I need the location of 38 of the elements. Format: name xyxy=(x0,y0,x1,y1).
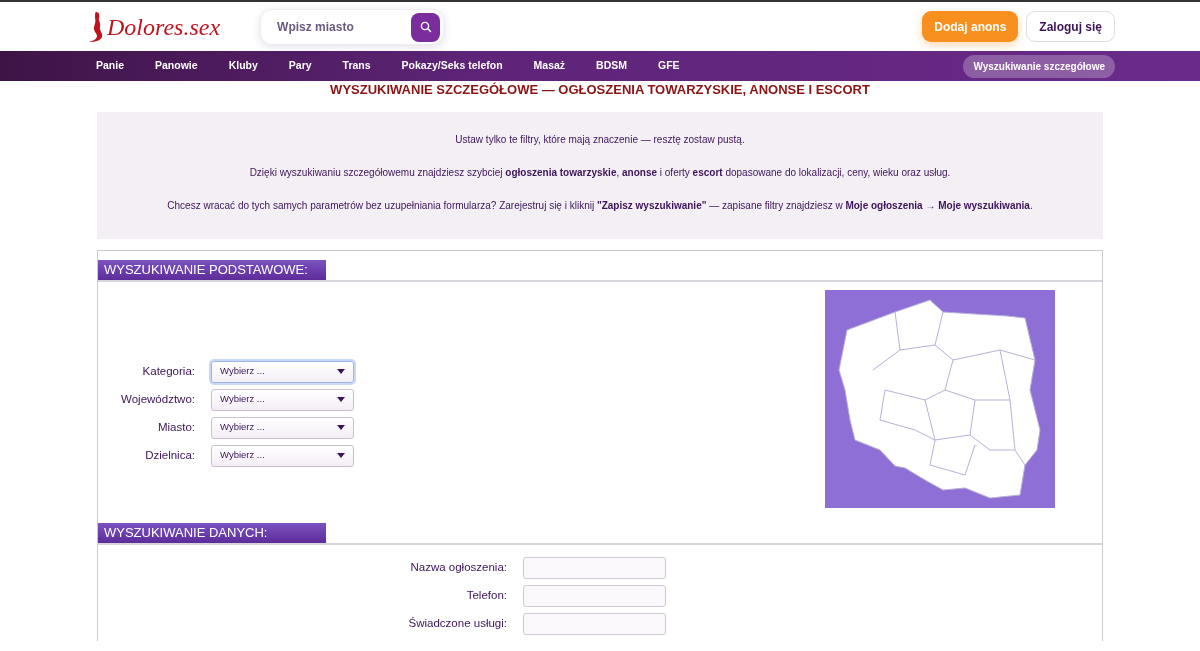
map-drawing[interactable] xyxy=(825,289,1055,508)
caret-icon xyxy=(337,397,345,403)
caret-icon xyxy=(337,369,345,375)
nav-link[interactable]: Masaż xyxy=(533,58,566,74)
field-label: Nazwa ogłoszenia: xyxy=(409,559,508,575)
field-label: Dzielnica: xyxy=(144,447,196,463)
caret-icon xyxy=(337,425,345,431)
input-field[interactable] xyxy=(523,612,666,635)
logo-text[interactable]: Dolores.sex xyxy=(107,14,221,39)
nav-link[interactable]: Panowie xyxy=(155,58,198,74)
nav-link[interactable]: Pary xyxy=(288,58,312,74)
field-label: Województwo: xyxy=(120,391,196,407)
login-button[interactable]: Zaloguj się xyxy=(1026,11,1115,42)
dropdown[interactable]: Wybierz ... xyxy=(211,444,354,467)
nav-link[interactable]: BDSM xyxy=(596,58,627,74)
info-paragraph: Chcesz wracać do tych samych parametrów bez uzupełniania formularza? Zarejestruj się i kliknij "Zapisz wyszukiwanie" — zapisane filtry znajdziesz w Moje ogłoszenia → Moje wyszukiwania. xyxy=(166,198,1034,213)
advanced-search-link[interactable]: Wyszukiwanie szczegółowe xyxy=(963,54,1115,78)
field-label: Świadczone usługi: xyxy=(407,615,508,631)
nav-link[interactable]: Kluby xyxy=(228,58,258,74)
input-field[interactable] xyxy=(523,556,666,579)
field-label: Telefon: xyxy=(465,587,508,603)
field-label: Miasto: xyxy=(156,419,196,435)
section-heading: WYSZUKIWANIE DANYCH: xyxy=(98,522,326,543)
dropdown[interactable]: Wybierz ... xyxy=(211,416,354,439)
input-field[interactable] xyxy=(523,584,666,607)
info-paragraph: Dzięki wyszukiwaniu szczegółowemu znajdziesz szybciej ogłoszenia towarzyskie, anonse i oferty escort dopasowane do lokalizacji, ceny, wieku oraz usług. xyxy=(248,165,952,180)
caret-icon xyxy=(337,453,345,459)
dropdown[interactable]: Wybierz ... xyxy=(211,388,354,411)
field-label: Kategoria: xyxy=(141,363,196,379)
nav-link[interactable]: Panie xyxy=(96,58,124,74)
nav-link[interactable]: GFE xyxy=(658,58,680,74)
search-icon xyxy=(419,21,432,33)
nav-link[interactable]: Trans xyxy=(342,58,371,74)
page-title: WYSZUKIWANIE SZCZEGÓŁOWE — OGŁOSZENIA TOWARZYSKIE, ANONSE I ESCORT xyxy=(329,82,871,98)
info-paragraph: Ustaw tylko te filtry, które mają znaczenie — resztę zostaw pustą. xyxy=(454,132,746,147)
nav-link[interactable]: Pokazy/Seks telefon xyxy=(401,58,503,74)
dropdown[interactable]: Wybierz ... xyxy=(211,360,354,383)
section-heading: WYSZUKIWANIE PODSTAWOWE: xyxy=(98,259,326,280)
